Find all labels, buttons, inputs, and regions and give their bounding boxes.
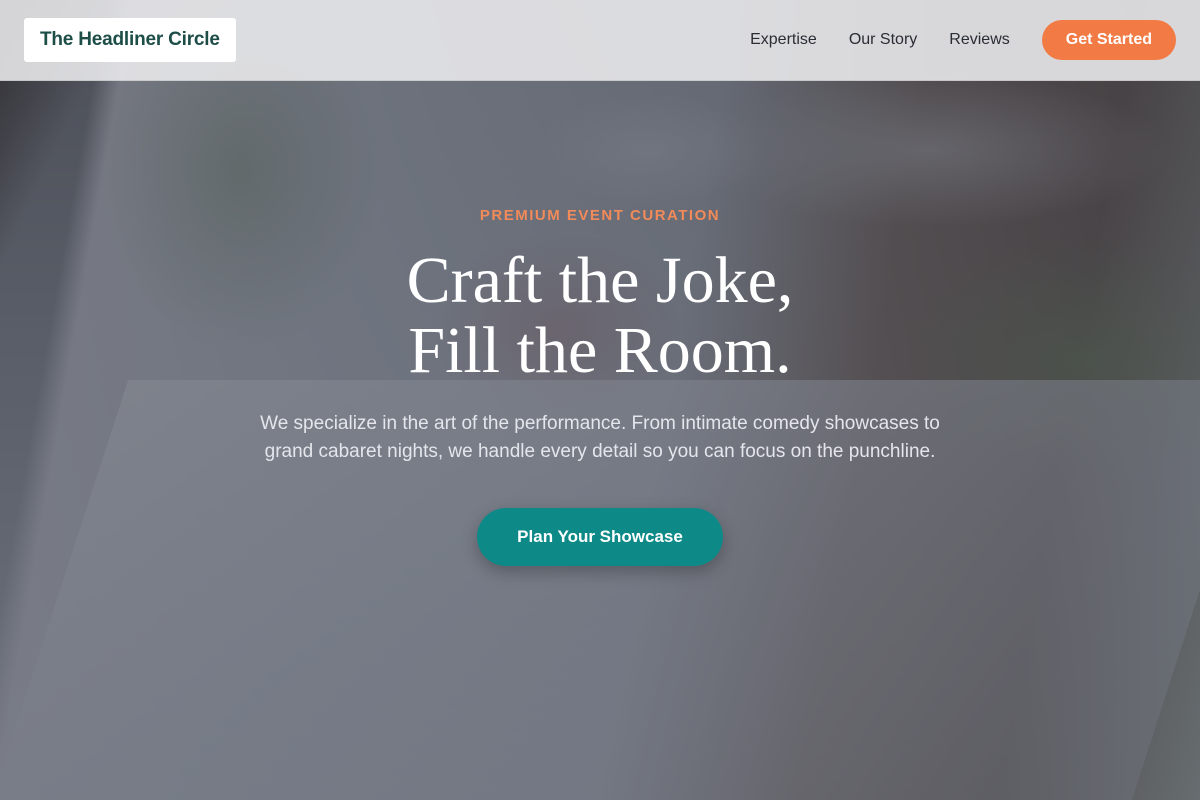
nav-link-expertise[interactable]: Expertise	[750, 31, 817, 49]
main-nav: Expertise Our Story Reviews Get Started	[750, 20, 1176, 60]
nav-link-our-story[interactable]: Our Story	[849, 31, 917, 49]
get-started-button[interactable]: Get Started	[1041, 20, 1176, 60]
headline-line-1: Craft the Joke,	[406, 244, 794, 317]
hero-subtext: We specialize in the art of the performa…	[260, 413, 940, 462]
page: The Headliner Circle Expertise Our Story…	[0, 0, 1200, 800]
hero-eyebrow: PREMIUM EVENT CURATION	[479, 207, 721, 224]
site-header: The Headliner Circle Expertise Our Story…	[0, 0, 1200, 81]
hero-headline: Craft the Joke, Fill the Room.	[250, 246, 950, 386]
logo[interactable]: The Headliner Circle	[24, 18, 236, 62]
headline-line-2: Fill the Room.	[408, 314, 792, 387]
plan-showcase-button[interactable]: Plan Your Showcase	[477, 508, 723, 566]
hero-section: PREMIUM EVENT CURATION Craft the Joke, F…	[0, 80, 1200, 566]
nav-link-reviews[interactable]: Reviews	[949, 31, 1009, 49]
